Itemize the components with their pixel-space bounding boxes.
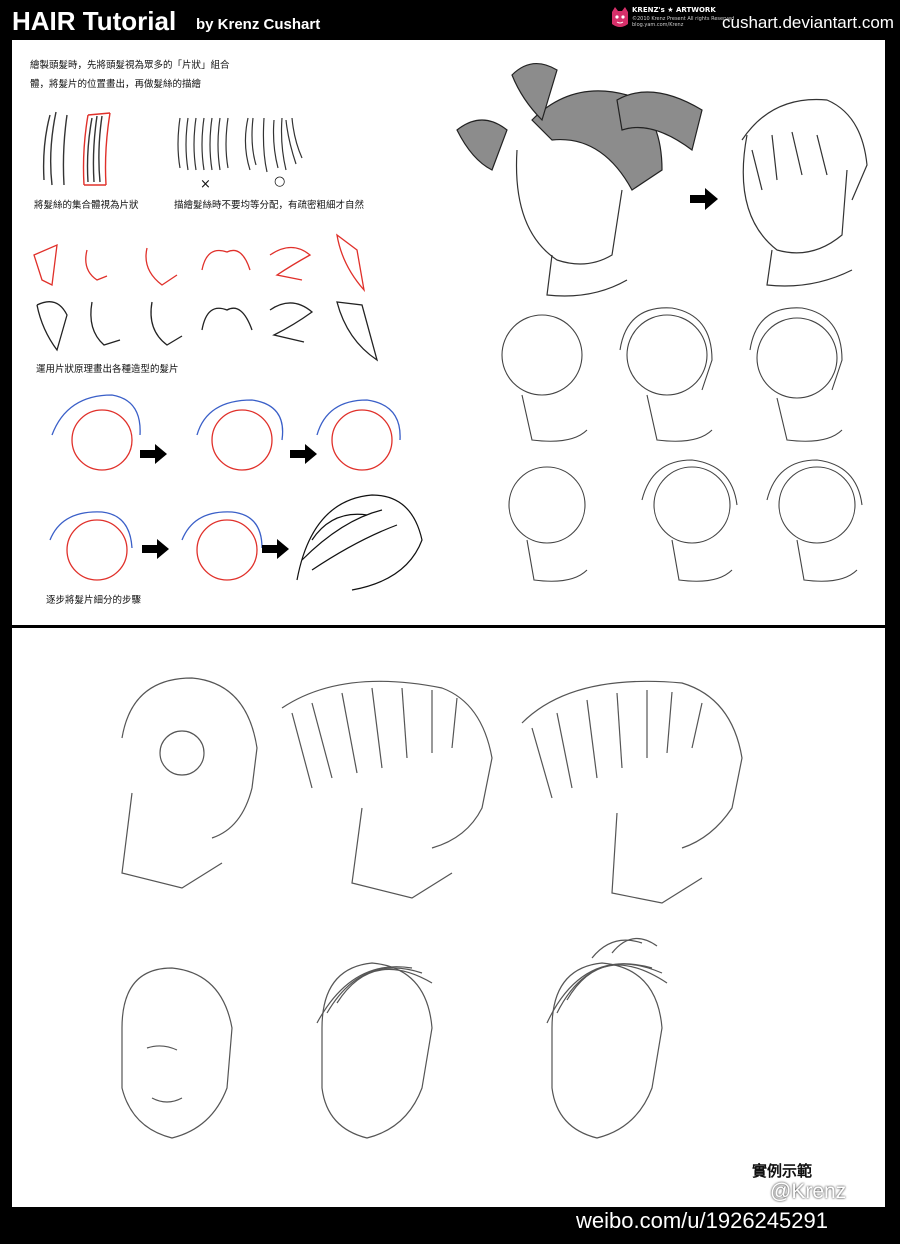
gray-hair-head-sketch [456, 63, 703, 191]
weibo-icon [738, 1182, 768, 1208]
hair-piece-shapes-red [33, 233, 366, 293]
logo-blog: blog.yam.com/Krenz [632, 22, 684, 28]
example-panel-bottom [12, 628, 885, 1207]
author-byline: by Krenz Cushart [196, 16, 321, 33]
label-strands: 將髮絲的集合體視為片狀 [34, 200, 139, 211]
krenz-logo: KRENZ's ★ ARTWORK ©2010 Krenz Present Al… [610, 6, 734, 36]
page-title: HAIR Tutorial [12, 6, 177, 36]
label-hair-shapes: 運用片狀原理畫出各種造型的髮片 [36, 364, 179, 375]
weibo-handle: @Krenz [770, 1180, 847, 1203]
label-steps: 逐步將髮片細分的步驟 [46, 595, 142, 606]
hair-piece-shapes-black [36, 301, 379, 362]
strand-distribution-sketch [177, 117, 303, 173]
cat-mascot-icon [612, 7, 628, 27]
label-distribution: 描繪髮絲時不要均等分配，有疏密粗細才自然 [174, 200, 365, 211]
logo-subtext: ©2010 Krenz Present All rights Reserved … [632, 16, 734, 28]
strand-clump-sketch [42, 111, 111, 186]
sketch-illustrations-top [33, 63, 868, 591]
mark-wrong: × [200, 177, 211, 192]
weibo-url: weibo.com/u/1926245291 [576, 1208, 828, 1233]
mark-right: ○ [274, 174, 286, 189]
head-progression-sketches [501, 307, 863, 582]
logo-text: KRENZ's ★ ARTWORK [632, 6, 716, 14]
finished-anime-head-sketch [296, 494, 423, 591]
step-diagrams [49, 394, 401, 581]
example-head-sketches [121, 677, 743, 1139]
tutorial-panel-top: 繪製頭髮時，先將頭髮視為眾多的「片狀」組合 體，將髮片的位置畫出，再做髮絲的描繪 [12, 40, 885, 625]
site-url: cushart.deviantart.com [722, 13, 894, 32]
example-caption: 實例示範 [752, 1162, 813, 1180]
